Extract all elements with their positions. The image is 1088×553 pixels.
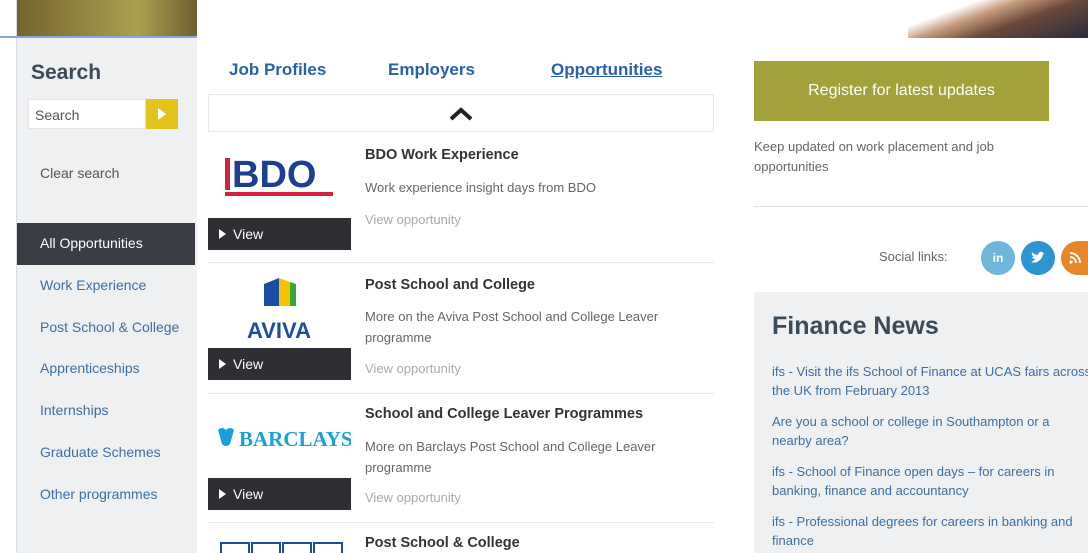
opportunity-description: More on the Aviva Post School and Colleg…	[365, 309, 659, 345]
aviva-logo: AVIVA	[208, 270, 351, 350]
opportunity-title[interactable]: School and College Leaver Programmes	[365, 406, 643, 422]
view-opportunity-link[interactable]: View opportunity	[365, 212, 461, 227]
search-input[interactable]: Search	[28, 99, 146, 129]
opportunity-description: More on Barclays Post School and College…	[365, 439, 656, 475]
category-other-programmes[interactable]: Other programmes	[17, 474, 195, 516]
bdo-logo-text: BDO	[232, 154, 316, 196]
clear-search-link[interactable]: Clear search	[40, 165, 119, 181]
linkedin-icon-text: in	[992, 251, 1004, 265]
header-banner-image-right	[908, 0, 1088, 38]
tab-opportunities[interactable]: Opportunities	[551, 60, 662, 80]
register-updates-button[interactable]: Register for latest updates	[754, 61, 1049, 121]
news-item[interactable]: Are you a school or college in Southampt…	[772, 412, 1088, 450]
barclays-logo: BARCLAYS	[208, 400, 353, 480]
news-item[interactable]: ifs - School of Finance open days – for …	[772, 462, 1088, 500]
header-banner-image-left	[0, 0, 197, 36]
tab-employers[interactable]: Employers	[388, 60, 475, 80]
keep-updated-text: Keep updated on work placement and job o…	[754, 139, 994, 174]
twitter-icon[interactable]	[1021, 241, 1055, 275]
view-opportunity-link[interactable]: View opportunity	[365, 490, 461, 505]
search-submit-button[interactable]	[146, 99, 178, 129]
category-apprenticeships[interactable]: Apprenticeships	[17, 348, 195, 390]
divider	[754, 206, 1088, 207]
rss-icon[interactable]	[1061, 241, 1088, 275]
row-divider	[208, 393, 714, 394]
category-internships[interactable]: Internships	[17, 390, 195, 432]
view-button[interactable]: View	[208, 218, 351, 250]
view-button[interactable]: View	[208, 348, 351, 380]
news-item[interactable]: ifs - Visit the ifs School of Finance at…	[772, 362, 1088, 400]
employer-logo	[208, 534, 351, 553]
opportunity-title[interactable]: BDO Work Experience	[365, 147, 519, 163]
search-sidebar: Search Search Clear search All Opportuni…	[17, 38, 197, 553]
category-post-school-college[interactable]: Post School & College	[17, 307, 195, 349]
opportunity-description: Work experience insight days from BDO	[365, 180, 596, 195]
aviva-logo-text: AVIVA	[247, 318, 311, 343]
view-button[interactable]: View	[208, 478, 351, 510]
linkedin-icon[interactable]: in	[981, 241, 1015, 275]
tab-job-profiles[interactable]: Job Profiles	[229, 60, 326, 80]
row-divider	[208, 522, 714, 523]
category-graduate-schemes[interactable]: Graduate Schemes	[17, 432, 195, 474]
row-divider	[208, 262, 714, 263]
category-work-experience[interactable]: Work Experience	[17, 265, 195, 307]
opportunity-title[interactable]: Post School & College	[365, 535, 520, 551]
page-left-margin	[0, 0, 17, 553]
social-links-label: Social links:	[879, 249, 948, 264]
finance-news-panel: Finance News ifs - Visit the ifs School …	[754, 292, 1088, 553]
news-item[interactable]: ifs - Professional degrees for careers i…	[772, 512, 1088, 550]
opportunity-title[interactable]: Post School and College	[365, 277, 535, 293]
barclays-logo-text: BARCLAYS	[239, 427, 351, 451]
bdo-logo: BDO	[208, 140, 351, 220]
search-title: Search	[31, 61, 102, 84]
opportunities-list: Job Profiles Employers Opportunities BDO…	[197, 38, 731, 553]
collapse-toggle[interactable]	[208, 94, 714, 132]
category-all-opportunities[interactable]: All Opportunities	[17, 223, 195, 265]
finance-news-title: Finance News	[772, 312, 939, 340]
right-sidebar: Register for latest updates Keep updated…	[731, 38, 1088, 553]
chevron-up-icon	[449, 107, 473, 121]
view-opportunity-link[interactable]: View opportunity	[365, 361, 461, 376]
